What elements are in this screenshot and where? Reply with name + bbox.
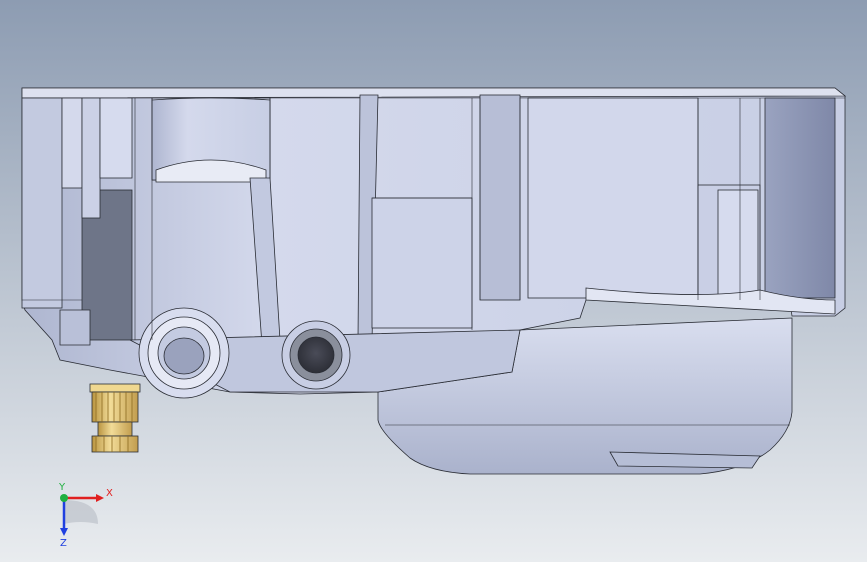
orientation-triad[interactable]: X Y Z (40, 480, 120, 550)
y-axis-label: Y (58, 482, 66, 493)
x-axis-label: X (106, 488, 113, 499)
z-axis-label: Z (60, 538, 67, 549)
threaded-insert (89, 383, 141, 453)
y-axis-dot (60, 494, 68, 502)
triad-shadow (64, 500, 98, 524)
z-axis-arrow-icon (60, 528, 68, 536)
x-axis-arrow-icon (96, 494, 104, 502)
3d-viewport[interactable]: X Y Z (0, 0, 867, 562)
cad-model-scene[interactable] (0, 0, 867, 562)
